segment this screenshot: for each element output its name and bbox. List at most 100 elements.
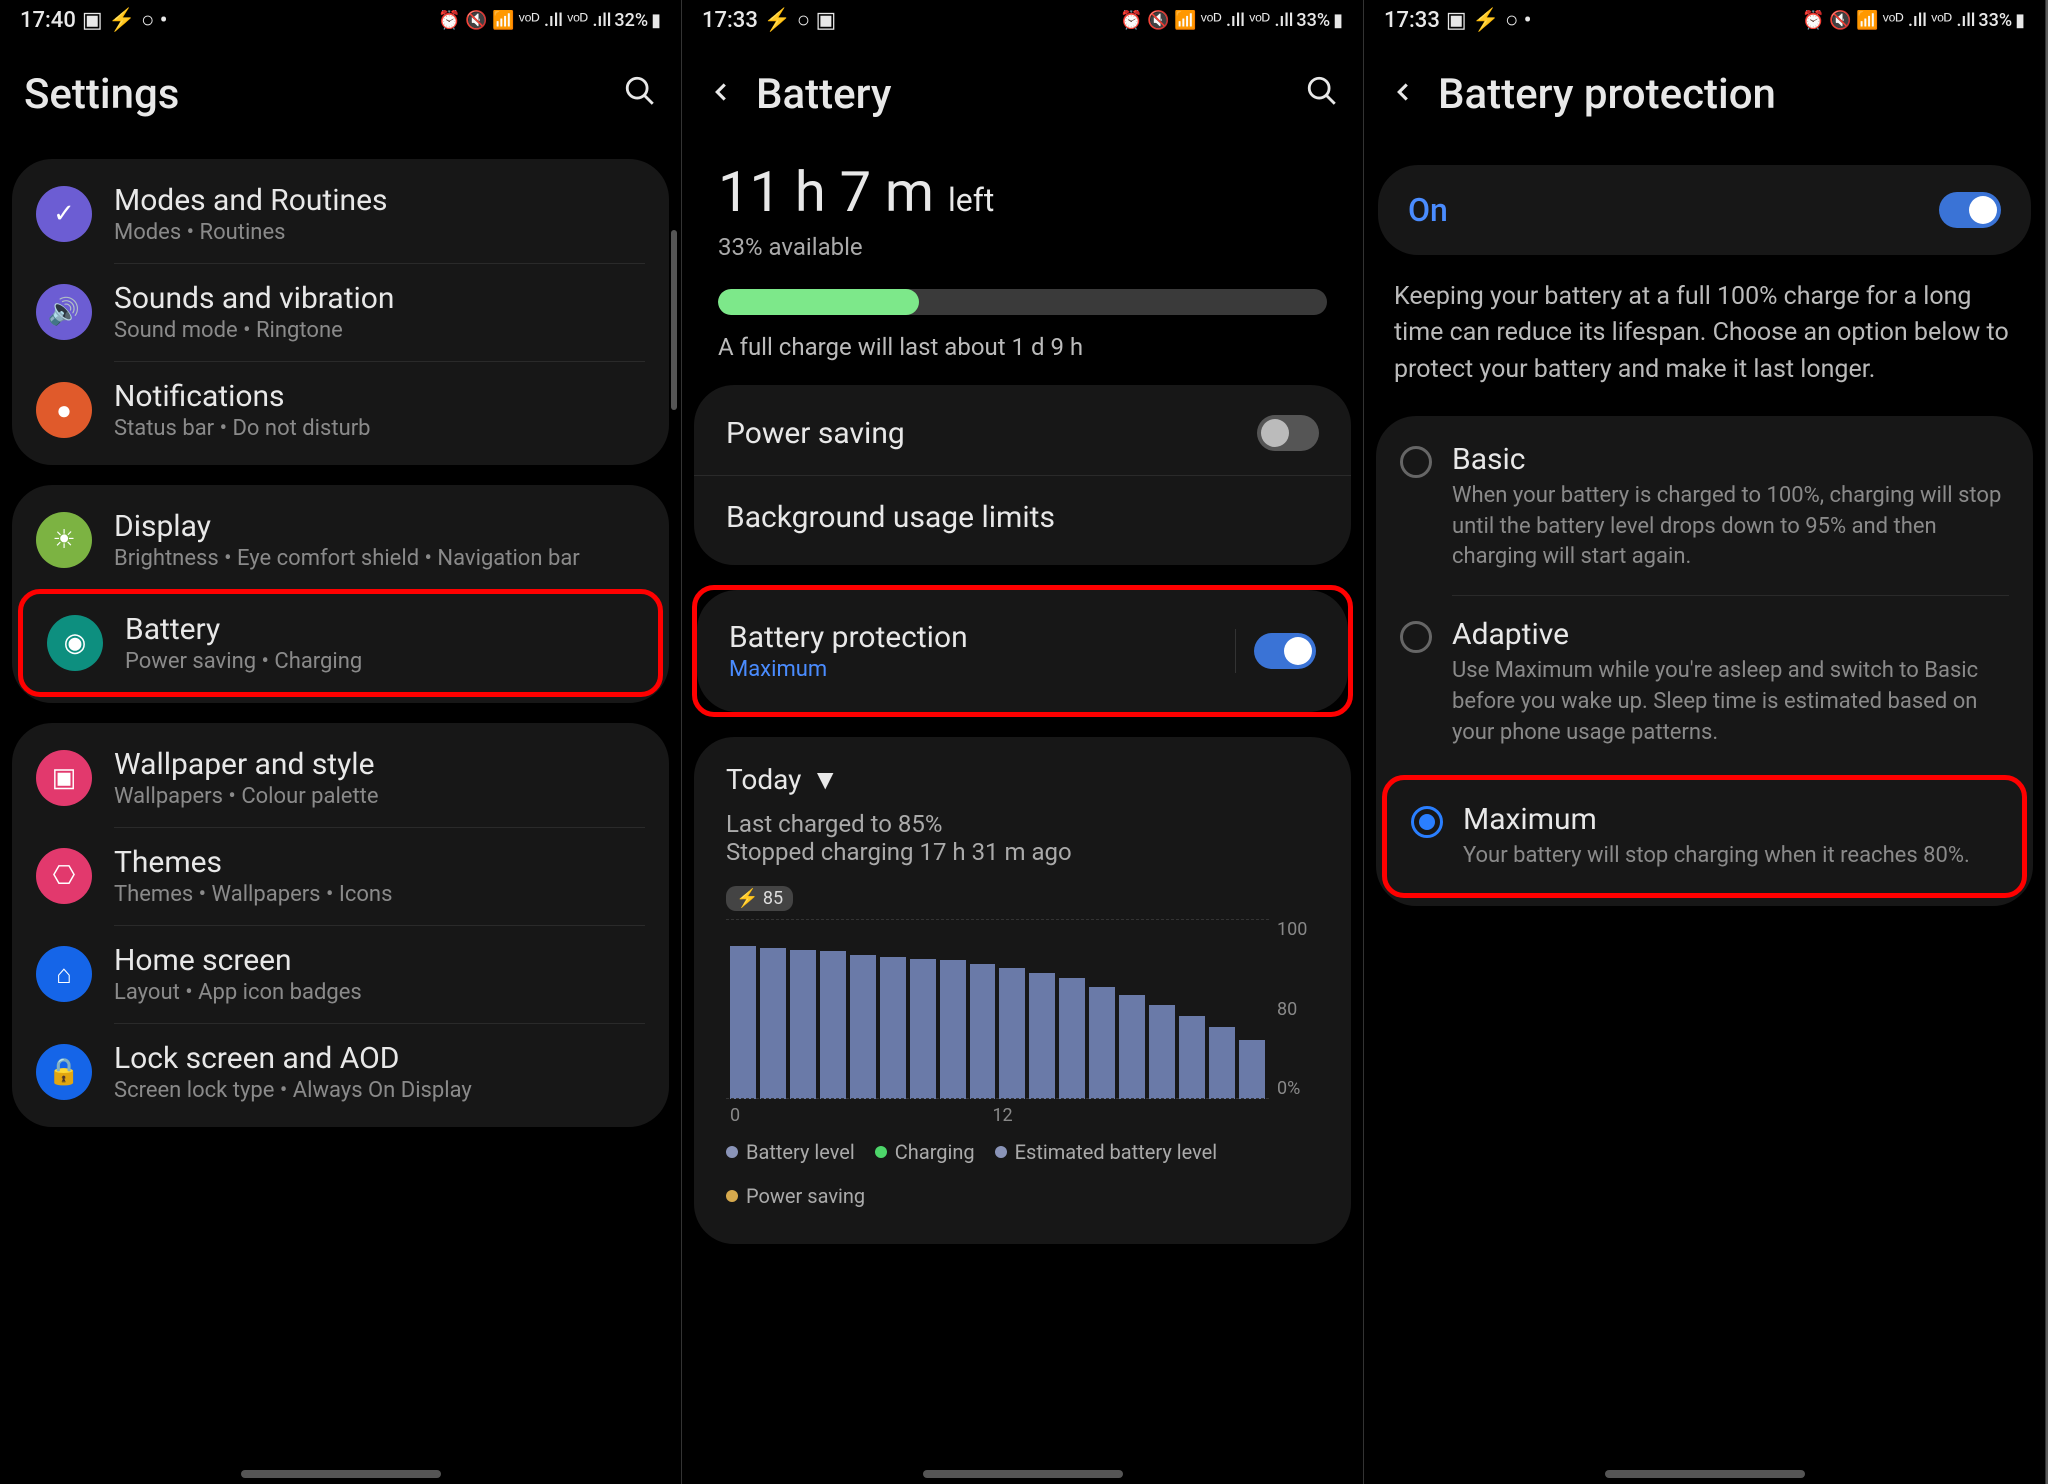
chart-bar xyxy=(940,960,966,1099)
power-saving-label: Power saving xyxy=(726,416,905,451)
master-toggle-card[interactable]: On xyxy=(1378,165,2031,255)
chart-bar xyxy=(999,968,1025,1099)
scrollbar[interactable] xyxy=(671,230,677,410)
protection-option-adaptive[interactable]: AdaptiveUse Maximum while you're asleep … xyxy=(1376,595,2033,770)
option-desc: Your battery will stop charging when it … xyxy=(1463,841,1970,872)
battery-chart[interactable]: 100 80 0% xyxy=(726,919,1319,1099)
status-bar: 17:33 ▣ ⚡ ○ • ⏰ 🔇 📶 ᵛᵒᴰ .ıll ᵛᵒᴰ .ıll 33… xyxy=(1364,0,2045,40)
time-left-suffix: left xyxy=(948,181,994,219)
item-title: Battery xyxy=(125,612,634,647)
legend-dot-icon xyxy=(726,1146,738,1158)
legend-label: Estimated battery level xyxy=(1015,1140,1217,1164)
settings-item-lock-screen-and-aod[interactable]: 🔒Lock screen and AODScreen lock type • A… xyxy=(12,1023,669,1121)
battery-protection-toggle[interactable] xyxy=(1254,633,1316,669)
background-usage-label: Background usage limits xyxy=(726,500,1055,535)
battery-bar xyxy=(718,289,1327,315)
chart-bar xyxy=(790,950,816,1099)
master-toggle[interactable] xyxy=(1939,192,2001,228)
time-left-main: 11 h 7 m xyxy=(718,159,948,225)
item-title: Display xyxy=(114,509,645,544)
radio-button[interactable] xyxy=(1400,446,1432,478)
settings-item-themes[interactable]: ⎔ThemesThemes • Wallpapers • Icons xyxy=(12,827,669,925)
item-subtitle: Power saving • Charging xyxy=(125,649,634,674)
settings-group: ☀DisplayBrightness • Eye comfort shield … xyxy=(12,485,669,703)
y-label-0: 0% xyxy=(1277,1078,1319,1099)
settings-item-modes-and-routines[interactable]: ✓ Modes and RoutinesModes • Routines xyxy=(12,165,669,263)
power-saving-row[interactable]: Power saving xyxy=(694,391,1351,476)
x-label-0: 0 xyxy=(730,1105,740,1126)
background-usage-row[interactable]: Background usage limits xyxy=(694,476,1351,559)
status-bar: 17:40 ▣ ⚡ ○ • ⏰ 🔇 📶 ᵛᵒᴰ .ıll ᵛᵒᴰ .ıll 32… xyxy=(0,0,681,40)
item-title: Notifications xyxy=(114,379,645,414)
settings-item-wallpaper-and-style[interactable]: ▣Wallpaper and styleWallpapers • Colour … xyxy=(12,729,669,827)
page-title: Settings xyxy=(24,70,603,119)
search-icon[interactable] xyxy=(1305,74,1339,116)
legend-label: Power saving xyxy=(746,1184,865,1208)
battery-protection-card: Battery protection Maximum xyxy=(697,590,1348,712)
status-icons-right: ⏰ 🔇 📶 ᵛᵒᴰ .ıll ᵛᵒᴰ .ıll xyxy=(1120,10,1293,31)
item-title: Sounds and vibration xyxy=(114,281,645,316)
settings-item-display[interactable]: ☀DisplayBrightness • Eye comfort shield … xyxy=(12,491,669,589)
on-label: On xyxy=(1408,191,1448,229)
battery-protection-row[interactable]: Battery protection Maximum xyxy=(697,596,1348,706)
today-dropdown[interactable]: Today ▼ xyxy=(726,763,1319,796)
pct-available: 33% available xyxy=(718,233,1327,261)
chart-bar xyxy=(1029,973,1055,1099)
nav-handle[interactable] xyxy=(241,1470,441,1478)
chart-bar xyxy=(1239,1040,1265,1099)
modes-and-routines-icon: ✓ xyxy=(36,186,92,242)
battery-icon: ▮ xyxy=(2015,10,2025,31)
protection-option-maximum[interactable]: MaximumYour battery will stop charging w… xyxy=(1387,780,2022,894)
search-icon[interactable] xyxy=(623,74,657,116)
option-desc: When your battery is charged to 100%, ch… xyxy=(1452,481,2009,573)
battery-icon: ▮ xyxy=(651,10,661,31)
chevron-down-icon: ▼ xyxy=(811,763,839,796)
legend-item: Estimated battery level xyxy=(995,1140,1217,1164)
settings-item-notifications[interactable]: ●NotificationsStatus bar • Do not distur… xyxy=(12,361,669,459)
radio-button[interactable] xyxy=(1411,806,1443,838)
settings-item-battery[interactable]: ◉BatteryPower saving • Charging xyxy=(23,594,658,692)
item-subtitle: Status bar • Do not disturb xyxy=(114,416,645,441)
protection-option-basic[interactable]: BasicWhen your battery is charged to 100… xyxy=(1376,420,2033,595)
back-icon[interactable] xyxy=(1388,74,1418,116)
highlight-annotation: ◉BatteryPower saving • Charging xyxy=(18,589,663,697)
legend-label: Battery level xyxy=(746,1140,855,1164)
screen-battery: 17:33 ⚡ ○ ▣ ⏰ 🔇 📶 ᵛᵒᴰ .ıll ᵛᵒᴰ .ıll 33% … xyxy=(682,0,1364,1484)
power-saving-toggle[interactable] xyxy=(1257,415,1319,451)
battery-summary[interactable]: 11 h 7 m left 33% available A full charg… xyxy=(682,159,1363,385)
full-charge-estimate: A full charge will last about 1 d 9 h xyxy=(718,333,1327,361)
item-subtitle: Modes • Routines xyxy=(114,220,645,245)
y-label-80: 80 xyxy=(1277,999,1319,1020)
settings-group: ▣Wallpaper and styleWallpapers • Colour … xyxy=(12,723,669,1127)
battery-protection-label: Battery protection xyxy=(729,620,968,655)
settings-item-home-screen[interactable]: ⌂Home screenLayout • App icon badges xyxy=(12,925,669,1023)
power-options-card: Power saving Background usage limits xyxy=(694,385,1351,565)
nav-handle[interactable] xyxy=(1605,1470,1805,1478)
radio-button[interactable] xyxy=(1400,621,1432,653)
chart-bar xyxy=(730,946,756,1099)
legend-label: Charging xyxy=(895,1140,975,1164)
item-subtitle: Sound mode • Ringtone xyxy=(114,318,645,343)
themes-icon: ⎔ xyxy=(36,848,92,904)
stopped-charging: Stopped charging 17 h 31 m ago xyxy=(726,838,1319,866)
y-label-100: 100 xyxy=(1277,919,1319,940)
status-time: 17:33 xyxy=(1384,8,1440,33)
status-battery-pct: 32% xyxy=(614,10,648,31)
home-screen-icon: ⌂ xyxy=(36,946,92,1002)
item-title: Home screen xyxy=(114,943,645,978)
page-title: Battery xyxy=(756,70,1285,119)
item-title: Modes and Routines xyxy=(114,183,645,218)
legend-item: Charging xyxy=(875,1140,975,1164)
item-title: Lock screen and AOD xyxy=(114,1041,645,1076)
legend-dot-icon xyxy=(995,1146,1007,1158)
protection-description: Keeping your battery at a full 100% char… xyxy=(1364,275,2045,416)
screen-battery-protection: 17:33 ▣ ⚡ ○ • ⏰ 🔇 📶 ᵛᵒᴰ .ıll ᵛᵒᴰ .ıll 33… xyxy=(1364,0,2046,1484)
sounds-and-vibration-icon: 🔊 xyxy=(36,284,92,340)
settings-item-sounds-and-vibration[interactable]: 🔊 Sounds and vibrationSound mode • Ringto… xyxy=(12,263,669,361)
legend-dot-icon xyxy=(875,1146,887,1158)
nav-handle[interactable] xyxy=(923,1470,1123,1478)
screen-settings: 17:40 ▣ ⚡ ○ • ⏰ 🔇 📶 ᵛᵒᴰ .ıll ᵛᵒᴰ .ıll 32… xyxy=(0,0,682,1484)
status-icons-right: ⏰ 🔇 📶 ᵛᵒᴰ .ıll ᵛᵒᴰ .ıll xyxy=(1802,10,1975,31)
back-icon[interactable] xyxy=(706,74,736,116)
item-subtitle: Themes • Wallpapers • Icons xyxy=(114,882,645,907)
